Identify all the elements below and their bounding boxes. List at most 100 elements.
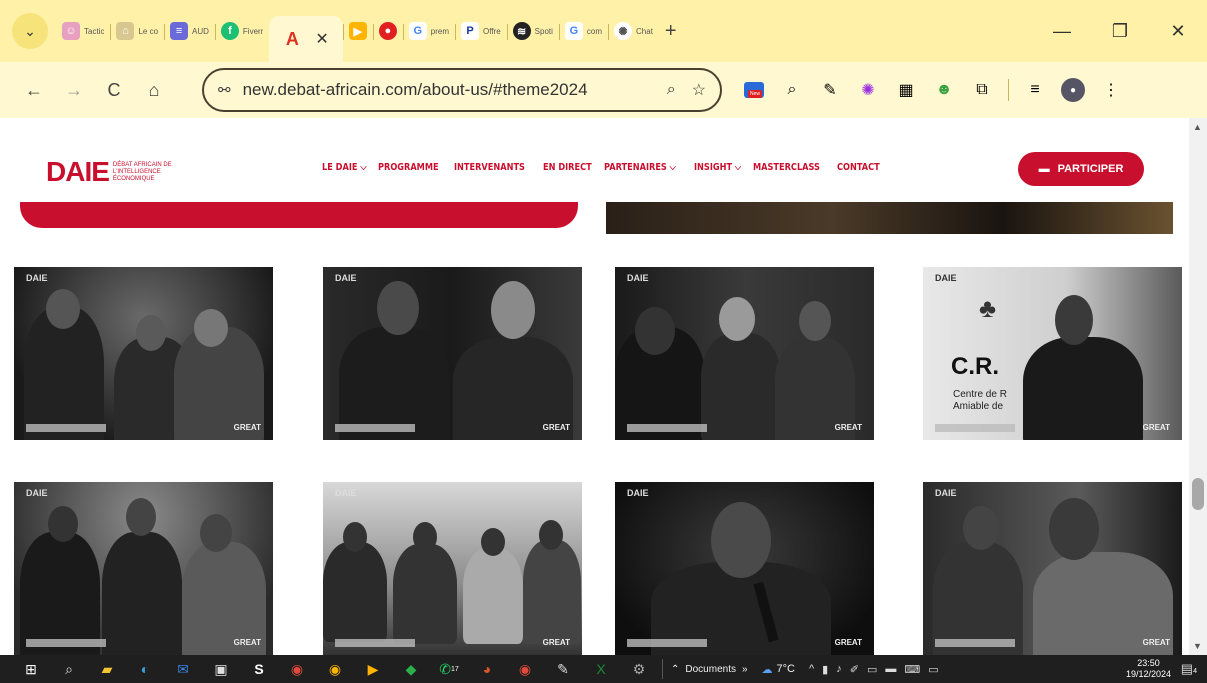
new-tab-button[interactable]: + bbox=[665, 20, 677, 43]
gallery-photo[interactable]: DAIE GREAT bbox=[923, 482, 1182, 655]
tab-strip: ⌄ ☺ Tactic ⌂ Le co ≡ AUD f Fiverr A ✕ ▶ ● Gpr… bbox=[0, 0, 1207, 62]
whatsapp-icon[interactable]: ✆ 17 bbox=[430, 655, 468, 683]
close-window-button[interactable]: ✕ bbox=[1149, 21, 1207, 42]
weather-icon: ☁ bbox=[761, 663, 773, 676]
taskbar-clock[interactable]: 23:50 19/12/2024 bbox=[1126, 658, 1171, 680]
tab-le-co[interactable]: ⌂ Le co bbox=[110, 12, 164, 50]
paint-icon[interactable]: ✎ bbox=[544, 655, 582, 683]
display-icon[interactable]: ▭ bbox=[928, 663, 938, 676]
documents-toolbar[interactable]: ⌃ Documents » bbox=[662, 659, 748, 679]
chrome-profile-icon[interactable]: ◉ bbox=[506, 655, 544, 683]
tab-google-com[interactable]: Gcom bbox=[558, 12, 608, 50]
tab-acrobat-active[interactable]: A ✕ bbox=[269, 16, 343, 62]
chrome-active-icon[interactable]: ◉ bbox=[278, 655, 316, 683]
red-banner-bottom bbox=[20, 202, 578, 228]
daie-logo[interactable]: DAIE DÉBAT AFRICAIN DE L'INTELLIGENCE ÉC… bbox=[46, 156, 183, 188]
scroll-down-icon[interactable]: ▼ bbox=[1193, 641, 1202, 651]
volume-icon[interactable]: ♪ bbox=[836, 663, 842, 675]
site-info-icon[interactable]: ⚯ bbox=[218, 81, 231, 99]
tab-meet[interactable]: ▶ bbox=[342, 12, 373, 50]
nav-en-direct[interactable]: EN DIRECT bbox=[543, 162, 592, 173]
screencast-extension-icon[interactable]: New bbox=[742, 78, 766, 102]
nav-programme[interactable]: PROGRAMME bbox=[378, 162, 439, 173]
search-icon[interactable]: ⌕ bbox=[50, 655, 88, 683]
qr-code-icon[interactable]: ▦ bbox=[894, 78, 918, 102]
color-picker-icon[interactable]: ✎ bbox=[818, 78, 842, 102]
weather-widget[interactable]: ☁ 7°C bbox=[762, 663, 795, 676]
gallery-photo[interactable]: DAIE GREAT bbox=[615, 482, 874, 655]
puzzle-extensions-icon[interactable]: ⧉ bbox=[970, 78, 994, 102]
network-icon[interactable]: ▬ bbox=[885, 663, 896, 675]
nav-le-daie[interactable]: LE DAIE ⌵ bbox=[322, 162, 367, 173]
window-controls: — ❐ ✕ bbox=[1033, 0, 1207, 62]
chrome-icon[interactable]: ◉ bbox=[316, 655, 354, 683]
close-tab-icon[interactable]: ✕ bbox=[315, 29, 328, 49]
url-text[interactable]: new.debat-africain.com/about-us/#theme20… bbox=[243, 80, 651, 100]
game-icon[interactable]: ◆ bbox=[392, 655, 430, 683]
meet-taskbar-icon[interactable]: ▶ bbox=[354, 655, 392, 683]
tab-tactic[interactable]: ☺ Tactic bbox=[56, 12, 110, 50]
store-icon[interactable]: ▣ bbox=[202, 655, 240, 683]
reload-button[interactable]: C bbox=[94, 80, 134, 101]
android-extension-icon[interactable]: ☻ bbox=[932, 78, 956, 102]
menu-kebab-icon[interactable]: ⋮ bbox=[1099, 78, 1123, 102]
forward-button[interactable]: → bbox=[54, 80, 94, 101]
tab-record[interactable]: ● bbox=[372, 12, 403, 50]
notifications-icon[interactable]: ▤4 bbox=[1181, 661, 1197, 677]
battery-icon[interactable]: ▭ bbox=[867, 663, 877, 676]
tray-chevron-icon[interactable]: ^ bbox=[809, 663, 814, 675]
firefox-icon[interactable]: ◕ bbox=[468, 655, 506, 683]
tab-chat[interactable]: ✺ Chat bbox=[608, 12, 659, 50]
zoom-icon[interactable]: ⌕ bbox=[667, 81, 676, 99]
gallery-photo[interactable]: ♣ C.R. Centre de R Amiable de DAIE GREAT bbox=[923, 267, 1182, 440]
home-button[interactable]: ⌂ bbox=[134, 80, 174, 101]
blocks-icon: ⌂ bbox=[116, 22, 135, 40]
profile-avatar[interactable]: ● bbox=[1061, 78, 1085, 102]
usb-icon[interactable]: ▮ bbox=[822, 663, 828, 676]
nav-masterclass[interactable]: MASTERCLASS bbox=[753, 162, 820, 173]
chatgpt-icon: ✺ bbox=[614, 22, 633, 40]
nav-contact[interactable]: CONTACT bbox=[837, 162, 880, 173]
restore-button[interactable]: ❐ bbox=[1091, 21, 1149, 42]
edge-icon[interactable]: ◐ bbox=[126, 655, 164, 683]
search-extension-icon[interactable]: ⌕ bbox=[780, 78, 804, 102]
minimize-button[interactable]: — bbox=[1033, 21, 1091, 42]
tab-search-button[interactable]: ⌄ bbox=[12, 13, 48, 49]
chevron-up-icon: ⌃ bbox=[671, 663, 680, 675]
hero-image-bottom bbox=[606, 202, 1173, 234]
gallery-photo[interactable]: DAIE GREAT bbox=[615, 267, 874, 440]
site-header: DAIE DÉBAT AFRICAIN DE L'INTELLIGENCE ÉC… bbox=[0, 118, 1189, 208]
app-s-icon[interactable]: S bbox=[240, 655, 278, 683]
scroll-thumb[interactable] bbox=[1192, 478, 1204, 510]
pen-icon[interactable]: ✐ bbox=[850, 663, 859, 676]
excel-icon[interactable]: X bbox=[582, 655, 620, 683]
tab-google-prem[interactable]: Gprem bbox=[402, 12, 455, 50]
gallery-photo[interactable]: DAIE GREAT bbox=[323, 482, 582, 655]
nav-insight[interactable]: INSIGHT ⌵ bbox=[694, 162, 741, 173]
tab-spotify[interactable]: ≋ Spoti bbox=[506, 12, 559, 50]
gallery-photo[interactable]: DAIE GREAT bbox=[14, 482, 273, 655]
tab-fiverr[interactable]: f Fiverr bbox=[214, 12, 269, 50]
nav-intervenants[interactable]: INTERVENANTS bbox=[454, 162, 525, 173]
settings-icon[interactable]: ⚙ bbox=[620, 655, 658, 683]
address-bar[interactable]: ⚯ new.debat-africain.com/about-us/#theme… bbox=[202, 68, 722, 112]
google-icon: G bbox=[408, 22, 427, 40]
back-button[interactable]: ← bbox=[14, 80, 54, 101]
docs-icon: ≡ bbox=[170, 22, 189, 40]
nav-partenaires[interactable]: PARTENAIRES ⌵ bbox=[604, 162, 676, 173]
reading-list-icon[interactable]: ≡ bbox=[1023, 78, 1047, 102]
scroll-up-icon[interactable]: ▲ bbox=[1193, 122, 1202, 132]
tab-offre[interactable]: P Offre bbox=[455, 12, 507, 50]
bookmark-star-icon[interactable]: ☆ bbox=[692, 80, 706, 100]
tab-aud[interactable]: ≡ AUD bbox=[164, 12, 215, 50]
windows-start-icon[interactable]: ⊞ bbox=[12, 655, 50, 683]
mail-icon[interactable]: ✉ bbox=[164, 655, 202, 683]
file-explorer-icon[interactable]: ▰ bbox=[88, 655, 126, 683]
ticket-icon: ▬ bbox=[1038, 163, 1050, 175]
page-scrollbar[interactable]: ▲ ▼ bbox=[1189, 118, 1207, 655]
flower-extension-icon[interactable]: ✺ bbox=[856, 78, 880, 102]
keyboard-icon[interactable]: ⌨ bbox=[904, 663, 920, 676]
participer-button[interactable]: ▬ PARTICIPER bbox=[1018, 152, 1144, 186]
gallery-photo[interactable]: DAIE GREAT bbox=[14, 267, 273, 440]
gallery-photo[interactable]: DAIE GREAT bbox=[323, 267, 582, 440]
